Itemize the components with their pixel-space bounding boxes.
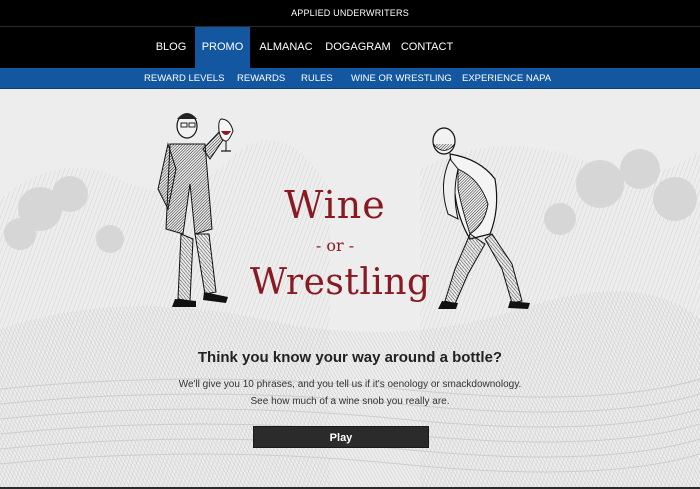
hero-description-line1: We'll give you 10 phrases, and you tell …	[178, 379, 522, 390]
sub-nav: REWARD LEVELS REWARDS RULES WINE OR WRES…	[0, 68, 700, 89]
nav-item-almanac[interactable]: ALMANAC	[255, 27, 317, 68]
subnav-item-wine-or-wrestling[interactable]: WINE OR WRESTLING	[351, 68, 452, 89]
subnav-item-reward-levels[interactable]: REWARD LEVELS	[144, 68, 224, 89]
nav-item-dogagram[interactable]: DOGAGRAM	[322, 27, 394, 68]
hero-title-wrestling: Wrestling	[250, 262, 431, 303]
main-nav: BLOG PROMO ALMANAC DOGAGRAM CONTACT	[0, 27, 700, 68]
nav-item-promo[interactable]: PROMO	[195, 27, 250, 68]
hero-title-or: - or -	[315, 236, 355, 255]
site-brand[interactable]: APPLIED UNDERWRITERS	[0, 8, 700, 18]
subnav-item-rewards[interactable]: REWARDS	[237, 68, 285, 89]
play-button[interactable]: Play	[253, 426, 429, 448]
nav-item-blog[interactable]: BLOG	[151, 27, 191, 68]
subnav-item-experience-napa[interactable]: EXPERIENCE NAPA	[462, 68, 551, 89]
hero-description-line2: See how much of a wine snob you really a…	[250, 396, 450, 407]
hero-title-wine: Wine	[284, 183, 386, 227]
subnav-item-rules[interactable]: RULES	[301, 68, 333, 89]
nav-item-contact[interactable]: CONTACT	[398, 27, 456, 68]
top-bar: APPLIED UNDERWRITERS	[0, 0, 700, 27]
hero-headline: Think you know your way around a bottle?	[197, 349, 503, 366]
